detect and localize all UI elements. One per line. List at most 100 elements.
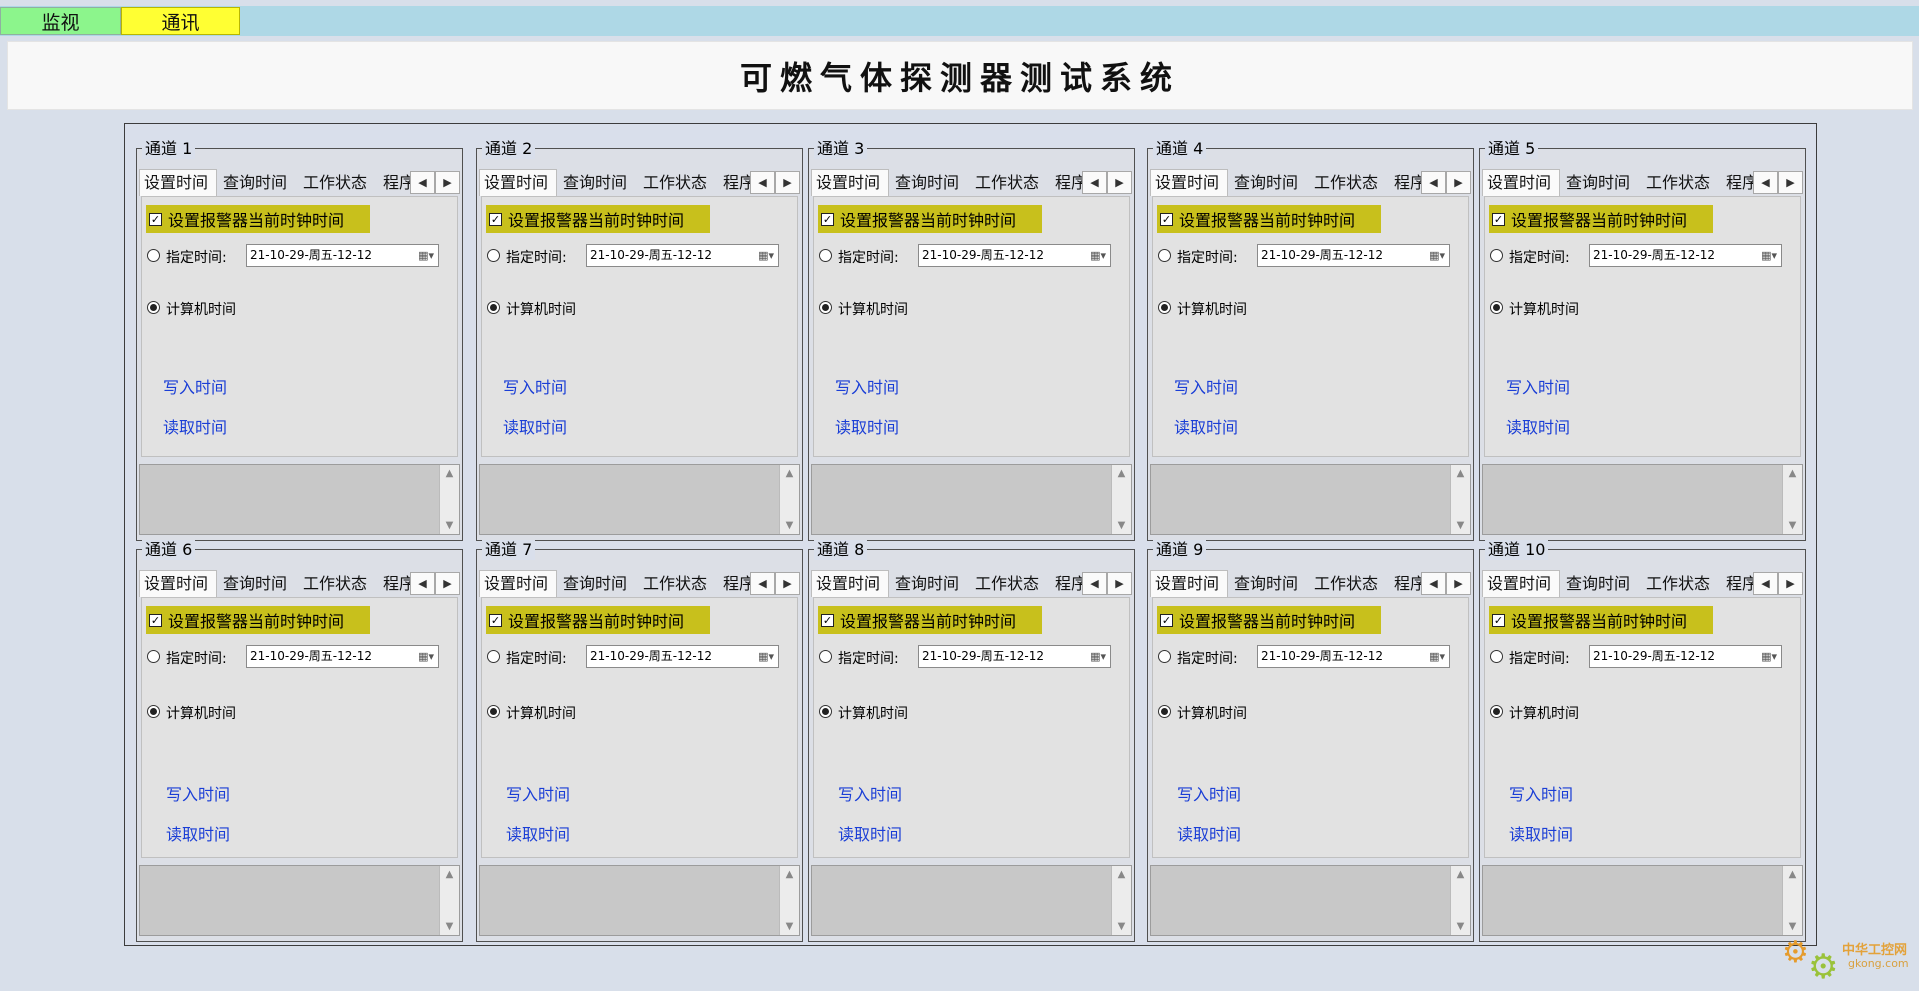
tab-query-time[interactable]: 查询时间 <box>559 571 639 596</box>
computer-time-radio[interactable] <box>487 705 500 718</box>
log-scrollbar[interactable]: ▲ ▼ <box>779 465 799 534</box>
computer-time-radio[interactable] <box>487 301 500 314</box>
tab-query-time[interactable]: 查询时间 <box>1230 170 1310 195</box>
tab-work-status[interactable]: 工作状态 <box>639 170 719 195</box>
date-picker[interactable]: 21-10-29-周五-12-12 ▦▾ <box>1589 645 1782 668</box>
tab-work-status[interactable]: 工作状态 <box>971 571 1051 596</box>
tab-set-time[interactable]: 设置时间 <box>811 570 889 597</box>
checkmark-icon[interactable]: ✓ <box>149 613 162 627</box>
specified-time-radio[interactable] <box>1490 650 1503 663</box>
chevron-up-icon[interactable]: ▲ <box>1451 468 1470 479</box>
computer-time-radio[interactable] <box>1158 301 1171 314</box>
log-textbox[interactable]: ▲ ▼ <box>811 865 1132 936</box>
computer-time-radio[interactable] <box>147 301 160 314</box>
checkmark-icon[interactable]: ✓ <box>489 212 502 226</box>
date-picker[interactable]: 21-10-29-周五-12-12 ▦▾ <box>1257 244 1450 267</box>
write-time-button[interactable]: 写入时间 <box>506 781 570 805</box>
log-textbox[interactable]: ▲ ▼ <box>1482 464 1803 535</box>
tab-work-status[interactable]: 工作状态 <box>1310 571 1390 596</box>
chevron-right-icon[interactable]: ▶ <box>775 171 800 194</box>
chevron-right-icon[interactable]: ▶ <box>1778 572 1803 595</box>
checkmark-icon[interactable]: ✓ <box>149 212 162 226</box>
tab-program[interactable]: 程序 <box>1390 170 1422 195</box>
calendar-icon[interactable]: ▦▾ <box>1761 249 1777 262</box>
tab-query-time[interactable]: 查询时间 <box>219 170 299 195</box>
tab-set-time[interactable]: 设置时间 <box>1482 570 1560 597</box>
checkmark-icon[interactable]: ✓ <box>821 212 834 226</box>
read-time-button[interactable]: 读取时间 <box>838 821 902 845</box>
chevron-left-icon[interactable]: ◀ <box>750 171 775 194</box>
tab-set-time[interactable]: 设置时间 <box>139 169 217 196</box>
date-picker[interactable]: 21-10-29-周五-12-12 ▦▾ <box>1257 645 1450 668</box>
chevron-down-icon[interactable]: ▼ <box>440 520 459 531</box>
date-picker[interactable]: 21-10-29-周五-12-12 ▦▾ <box>918 244 1111 267</box>
tab-query-time[interactable]: 查询时间 <box>1230 571 1310 596</box>
chevron-left-icon[interactable]: ◀ <box>1421 572 1446 595</box>
read-time-button[interactable]: 读取时间 <box>1509 821 1573 845</box>
specified-time-radio[interactable] <box>147 650 160 663</box>
computer-time-radio[interactable] <box>1158 705 1171 718</box>
set-clock-checkbox-row[interactable]: ✓ 设置报警器当前时钟时间 <box>1489 205 1713 233</box>
log-scrollbar[interactable]: ▲ ▼ <box>1782 465 1802 534</box>
checkmark-icon[interactable]: ✓ <box>489 613 502 627</box>
set-clock-checkbox-row[interactable]: ✓ 设置报警器当前时钟时间 <box>486 606 710 634</box>
set-clock-checkbox-row[interactable]: ✓ 设置报警器当前时钟时间 <box>486 205 710 233</box>
log-scrollbar[interactable]: ▲ ▼ <box>1782 866 1802 935</box>
computer-time-radio[interactable] <box>819 705 832 718</box>
tab-set-time[interactable]: 设置时间 <box>479 570 557 597</box>
chevron-down-icon[interactable]: ▼ <box>1783 520 1802 531</box>
chevron-down-icon[interactable]: ▼ <box>1783 921 1802 932</box>
read-time-button[interactable]: 读取时间 <box>506 821 570 845</box>
chevron-left-icon[interactable]: ◀ <box>1082 171 1107 194</box>
calendar-icon[interactable]: ▦▾ <box>418 249 434 262</box>
tab-program[interactable]: 程序 <box>1051 170 1083 195</box>
date-picker[interactable]: 21-10-29-周五-12-12 ▦▾ <box>586 645 779 668</box>
set-clock-checkbox-row[interactable]: ✓ 设置报警器当前时钟时间 <box>1157 606 1381 634</box>
tab-work-status[interactable]: 工作状态 <box>1310 170 1390 195</box>
log-textbox[interactable]: ▲ ▼ <box>139 865 460 936</box>
calendar-icon[interactable]: ▦▾ <box>1090 650 1106 663</box>
write-time-button[interactable]: 写入时间 <box>835 374 899 398</box>
log-scrollbar[interactable]: ▲ ▼ <box>1111 866 1131 935</box>
computer-time-radio[interactable] <box>1490 301 1503 314</box>
read-time-button[interactable]: 读取时间 <box>1177 821 1241 845</box>
log-textbox[interactable]: ▲ ▼ <box>1482 865 1803 936</box>
chevron-right-icon[interactable]: ▶ <box>1107 572 1132 595</box>
specified-time-radio[interactable] <box>487 650 500 663</box>
log-scrollbar[interactable]: ▲ ▼ <box>779 866 799 935</box>
chevron-down-icon[interactable]: ▼ <box>1451 921 1470 932</box>
tab-monitor[interactable]: 监视 <box>0 7 121 35</box>
set-clock-checkbox-row[interactable]: ✓ 设置报警器当前时钟时间 <box>146 205 370 233</box>
checkmark-icon[interactable]: ✓ <box>821 613 834 627</box>
computer-time-radio[interactable] <box>819 301 832 314</box>
tab-program[interactable]: 程序 <box>1390 571 1422 596</box>
date-picker[interactable]: 21-10-29-周五-12-12 ▦▾ <box>246 244 439 267</box>
write-time-button[interactable]: 写入时间 <box>503 374 567 398</box>
specified-time-radio[interactable] <box>487 249 500 262</box>
log-textbox[interactable]: ▲ ▼ <box>811 464 1132 535</box>
read-time-button[interactable]: 读取时间 <box>1174 414 1238 438</box>
log-scrollbar[interactable]: ▲ ▼ <box>439 465 459 534</box>
chevron-down-icon[interactable]: ▼ <box>440 921 459 932</box>
chevron-left-icon[interactable]: ◀ <box>410 171 435 194</box>
chevron-down-icon[interactable]: ▼ <box>1112 520 1131 531</box>
tab-query-time[interactable]: 查询时间 <box>219 571 299 596</box>
tab-program[interactable]: 程序 <box>1051 571 1083 596</box>
tab-work-status[interactable]: 工作状态 <box>1642 571 1722 596</box>
chevron-up-icon[interactable]: ▲ <box>780 869 799 880</box>
set-clock-checkbox-row[interactable]: ✓ 设置报警器当前时钟时间 <box>818 606 1042 634</box>
date-picker[interactable]: 21-10-29-周五-12-12 ▦▾ <box>918 645 1111 668</box>
chevron-right-icon[interactable]: ▶ <box>1446 572 1471 595</box>
calendar-icon[interactable]: ▦▾ <box>758 650 774 663</box>
tab-program[interactable]: 程序 <box>379 170 411 195</box>
tab-query-time[interactable]: 查询时间 <box>891 571 971 596</box>
chevron-right-icon[interactable]: ▶ <box>1446 171 1471 194</box>
tab-query-time[interactable]: 查询时间 <box>1562 170 1642 195</box>
log-scrollbar[interactable]: ▲ ▼ <box>439 866 459 935</box>
write-time-button[interactable]: 写入时间 <box>1509 781 1573 805</box>
log-textbox[interactable]: ▲ ▼ <box>479 464 800 535</box>
tab-query-time[interactable]: 查询时间 <box>559 170 639 195</box>
tab-work-status[interactable]: 工作状态 <box>299 170 379 195</box>
calendar-icon[interactable]: ▦▾ <box>1090 249 1106 262</box>
chevron-up-icon[interactable]: ▲ <box>1783 468 1802 479</box>
